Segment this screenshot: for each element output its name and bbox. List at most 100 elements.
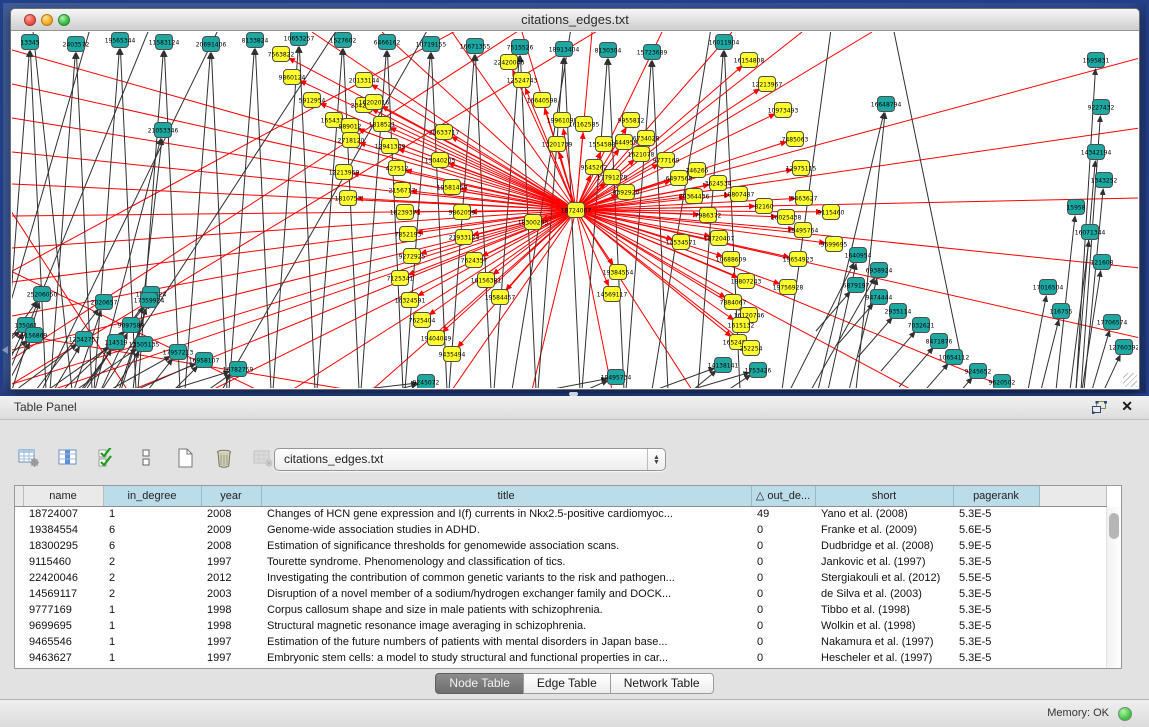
column-header-short[interactable]: short	[815, 486, 953, 506]
graph-node[interactable]: 8133824	[242, 33, 269, 48]
graph-node[interactable]: 114519	[105, 335, 128, 350]
graph-node[interactable]: 7625404	[409, 313, 436, 328]
column-header-year[interactable]: year	[201, 486, 261, 506]
graph-node[interactable]: 9272925	[399, 249, 426, 264]
graph-node[interactable]: 19584457	[485, 290, 516, 305]
graph-node[interactable]: 18720407	[704, 231, 735, 246]
graph-node[interactable]: 18913404	[549, 42, 580, 57]
column-header-title[interactable]: title	[261, 486, 751, 506]
graph-node[interactable]: 9620502	[989, 375, 1016, 389]
graph-node[interactable]: 10688609	[716, 252, 747, 267]
graph-node[interactable]: 9699695	[821, 237, 848, 252]
graph-node[interactable]: 20691406	[196, 37, 227, 52]
graph-node[interactable]: 16011904	[709, 35, 740, 50]
graph-node[interactable]: 14569117	[597, 287, 628, 302]
graph-node[interactable]: 14342194	[1081, 145, 1112, 160]
graph-node[interactable]: 10807487	[724, 187, 755, 202]
network-window-titlebar[interactable]: citations_edges.txt	[11, 9, 1139, 31]
graph-node[interactable]: 9463627	[791, 191, 818, 206]
graph-node[interactable]: 7515526	[507, 40, 534, 55]
graph-node[interactable]: 16156381	[471, 273, 502, 288]
graph-node[interactable]: 12760392	[1109, 340, 1138, 355]
graph-node[interactable]: 19581457	[437, 180, 468, 195]
graph-node[interactable]: 12524743	[507, 73, 538, 88]
graph-node[interactable]: 9245652	[965, 364, 992, 379]
graph-node[interactable]: 16071344	[1075, 225, 1106, 240]
graph-node[interactable]: 17706574	[1097, 315, 1128, 330]
table-row[interactable]: 1938455462009Genome-wide association stu…	[15, 522, 1106, 538]
graph-node[interactable]: 7485063	[782, 132, 809, 147]
memory-status-icon[interactable]	[1118, 707, 1132, 721]
graph-node[interactable]: 6879197	[843, 278, 870, 293]
graph-node[interactable]: 7986372	[695, 208, 722, 223]
graph-node[interactable]: 82160	[754, 199, 773, 214]
scrollbar-thumb[interactable]	[1109, 513, 1119, 539]
graph-node[interactable]: 7032621	[908, 318, 935, 333]
table-row[interactable]: 1872400712008Changes of HCN gene express…	[15, 506, 1106, 522]
graph-node[interactable]: 2935114	[885, 304, 912, 319]
graph-node[interactable]: 5912954	[299, 93, 326, 108]
graph-node[interactable]: 14138141	[708, 358, 739, 373]
graph-node[interactable]: 15723689	[637, 45, 668, 60]
table-row[interactable]: 1830029562008Estimation of significance …	[15, 538, 1106, 554]
graph-node[interactable]: 6466162	[374, 35, 401, 50]
graph-node[interactable]: 9227432	[1088, 100, 1115, 115]
graph-node[interactable]: 9435494	[439, 347, 466, 362]
show-column-button[interactable]	[53, 446, 83, 475]
new-table-button[interactable]	[170, 446, 200, 475]
graph-node[interactable]: 6938924	[866, 263, 893, 278]
graph-node[interactable]: 19654923	[783, 252, 814, 267]
graph-node[interactable]: 16782759	[223, 362, 254, 377]
graph-node[interactable]: 8130304	[595, 43, 622, 58]
graph-node[interactable]: 10654112	[939, 350, 970, 365]
graph-node[interactable]: 15958	[1066, 200, 1085, 215]
graph-node[interactable]: 21053346	[148, 123, 179, 138]
graph-node[interactable]: 116755	[1050, 304, 1073, 319]
graph-node[interactable]: 989012	[339, 119, 362, 134]
graph-node[interactable]: 2156717	[389, 183, 416, 198]
tab-network-table[interactable]: Network Table	[610, 673, 714, 694]
column-header-name[interactable]: name	[23, 486, 103, 506]
row-height-button[interactable]	[131, 446, 161, 475]
graph-node[interactable]: 427512	[386, 161, 409, 176]
delete-table-button[interactable]	[209, 446, 239, 475]
graph-node[interactable]: 16648794	[871, 97, 902, 112]
graph-node[interactable]: 1343252	[1091, 173, 1118, 188]
graph-node[interactable]: 19384554	[603, 265, 634, 280]
graph-node[interactable]: 16640598	[527, 93, 558, 108]
graph-node[interactable]: 121608	[1091, 255, 1114, 270]
graph-node[interactable]: 16671355	[460, 39, 491, 54]
table-scrollbar[interactable]	[1106, 507, 1121, 668]
graph-node[interactable]: 9474444	[866, 290, 893, 305]
graph-node[interactable]: 1810753	[335, 191, 362, 206]
float-window-icon[interactable]	[1092, 401, 1107, 414]
tab-node-table[interactable]: Node Table	[435, 673, 524, 694]
graph-node[interactable]: 22420046	[494, 55, 525, 70]
table-row[interactable]: 1456911722003Disruption of a novel membe…	[15, 586, 1106, 602]
column-header-pagerank[interactable]: pagerank	[953, 486, 1039, 506]
graph-node[interactable]: 17016504	[1033, 280, 1064, 295]
table-settings-button[interactable]	[14, 446, 44, 475]
network-canvas[interactable]: 7563822986012459129541654338234200498901…	[12, 32, 1138, 388]
graph-node[interactable]: 10653257	[284, 32, 315, 46]
graph-node[interactable]: 1595831	[1083, 53, 1110, 68]
graph-node[interactable]: 20633717	[429, 125, 460, 140]
graph-node[interactable]: 19756928	[773, 280, 804, 295]
column-header-out_de[interactable]: △ out_de...	[751, 486, 815, 506]
graph-node[interactable]: 9245072	[413, 375, 440, 389]
graph-node[interactable]: 11583124	[149, 35, 180, 50]
table-row[interactable]: 946362711997Embryonic stem cells: a mode…	[15, 650, 1106, 666]
graph-node[interactable]: 2403572	[63, 37, 90, 52]
tab-edge-table[interactable]: Edge Table	[523, 673, 611, 694]
table-row[interactable]: 977716911998Corpus callosum shape and si…	[15, 602, 1106, 618]
table-row[interactable]: 911546021997Tourette syndrome. Phenomeno…	[15, 554, 1106, 570]
graph-node[interactable]: 1753426	[745, 363, 772, 378]
graph-node[interactable]: 9115460	[818, 205, 845, 220]
graph-node[interactable]: 25206050	[27, 287, 58, 302]
graph-node[interactable]: 12213967	[752, 77, 783, 92]
table-row[interactable]: 946554611997Estimation of the future num…	[15, 634, 1106, 650]
column-header-in_degree[interactable]: in_degree	[103, 486, 201, 506]
graph-node[interactable]: 21933124	[449, 230, 480, 245]
table-row[interactable]: 2242004622012Investigating the contribut…	[15, 570, 1106, 586]
select-columns-button[interactable]	[92, 446, 122, 475]
